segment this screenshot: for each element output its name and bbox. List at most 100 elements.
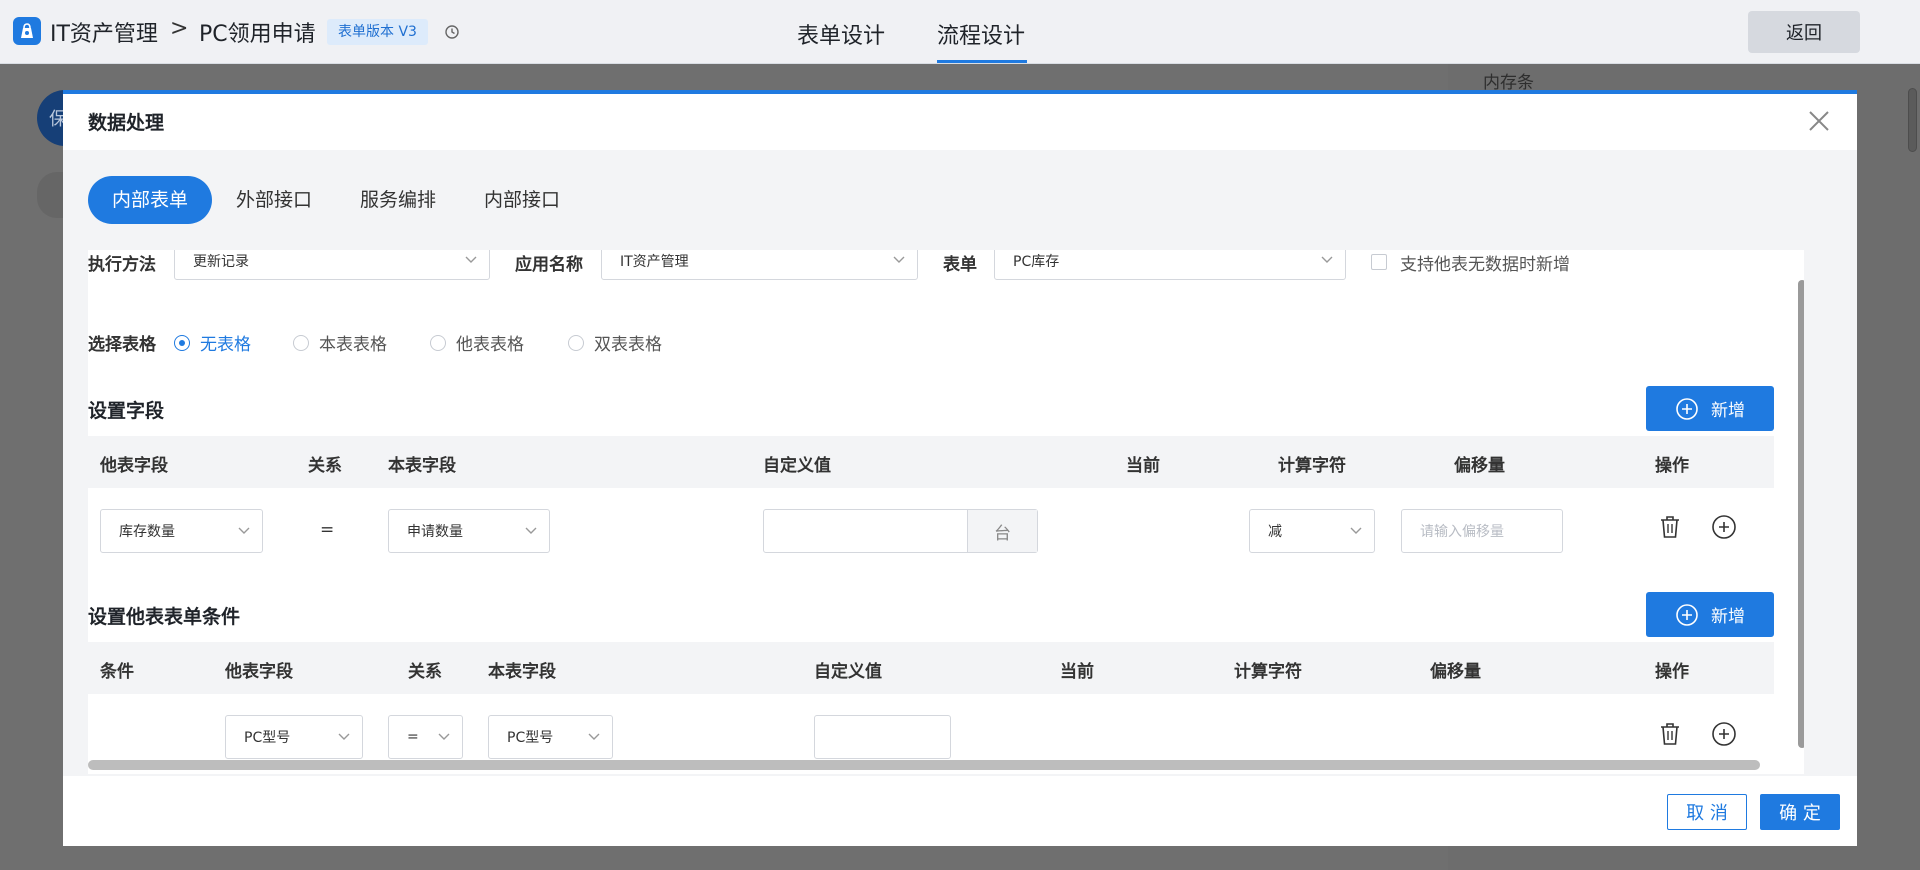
radio-label: 本表表格 xyxy=(319,335,387,355)
form-select[interactable]: PC库存 xyxy=(994,250,1346,280)
add-field-button[interactable]: 新增 xyxy=(1646,386,1774,431)
radio-other-table[interactable]: 他表表格 xyxy=(430,330,524,355)
tab-flow-design[interactable]: 流程设计 xyxy=(937,18,1025,50)
cancel-button[interactable]: 取 消 xyxy=(1667,794,1747,830)
offset-placeholder: 请输入偏移量 xyxy=(1420,524,1504,540)
radio-dual-table[interactable]: 双表表格 xyxy=(568,330,662,355)
vertical-scrollbar[interactable] xyxy=(1798,280,1804,748)
relation-value: = xyxy=(320,520,335,540)
other-field-select[interactable]: 库存数量 xyxy=(100,509,263,553)
tab-service-orchestration[interactable]: 服务编排 xyxy=(336,176,460,224)
add-field-label: 新增 xyxy=(1711,401,1745,421)
support-add-checkbox[interactable] xyxy=(1371,254,1387,270)
col-current: 当前 xyxy=(1060,662,1094,682)
radio-dot xyxy=(293,334,309,351)
col-other-field: 他表字段 xyxy=(225,662,293,682)
col-custom-value: 自定义值 xyxy=(814,662,882,682)
col-relation: 关系 xyxy=(308,456,342,476)
table-select-label: 选择表格 xyxy=(88,335,156,355)
col-actions: 操作 xyxy=(1655,456,1689,476)
page-scrollbar[interactable] xyxy=(1908,88,1917,152)
breadcrumb-app[interactable]: IT资产管理 xyxy=(50,16,158,48)
trash-icon[interactable] xyxy=(1657,514,1683,540)
app-name-value: IT资产管理 xyxy=(620,254,689,270)
radio-dot xyxy=(174,334,190,351)
calc-char-select[interactable]: 减 xyxy=(1249,509,1375,553)
other-field-value: 库存数量 xyxy=(119,524,175,540)
col-this-field: 本表字段 xyxy=(388,456,456,476)
bag-icon xyxy=(13,17,41,45)
col-actions: 操作 xyxy=(1655,662,1689,682)
calc-char-value: 减 xyxy=(1268,524,1282,540)
form-value: PC库存 xyxy=(1013,254,1060,270)
radio-label: 双表表格 xyxy=(594,335,662,355)
chevron-down-icon xyxy=(338,733,350,740)
chevron-down-icon xyxy=(438,733,450,740)
cond-this-field-select[interactable]: PC型号 xyxy=(488,715,613,759)
col-custom-value: 自定义值 xyxy=(763,456,831,476)
radio-dot xyxy=(568,334,584,351)
app-name-label: 应用名称 xyxy=(515,255,583,275)
data-processing-dialog: 数据处理 内部表单 外部接口 服务编排 内部接口 执行方法 更新记录 应用名称 … xyxy=(63,90,1857,846)
back-button[interactable]: 返回 xyxy=(1748,11,1860,53)
dialog-tabs: 内部表单 外部接口 服务编排 内部接口 xyxy=(88,176,584,224)
breadcrumb-page: PC领用申请 xyxy=(199,22,316,47)
col-condition: 条件 xyxy=(100,662,134,682)
confirm-button[interactable]: 确 定 xyxy=(1760,794,1840,830)
form-label: 表单 xyxy=(943,255,977,275)
tab-internal-api[interactable]: 内部接口 xyxy=(460,176,584,224)
this-field-value: 申请数量 xyxy=(407,524,463,540)
col-other-field: 他表字段 xyxy=(100,456,168,476)
trash-icon[interactable] xyxy=(1657,721,1683,747)
col-current: 当前 xyxy=(1126,456,1160,476)
breadcrumb-separator: > xyxy=(170,16,189,41)
tab-external-api[interactable]: 外部接口 xyxy=(212,176,336,224)
chevron-down-icon xyxy=(238,527,250,534)
tab-internal-form[interactable]: 内部表单 xyxy=(88,176,213,224)
chevron-down-icon xyxy=(893,256,905,263)
add-condition-label: 新增 xyxy=(1711,607,1745,627)
col-calc-char: 计算字符 xyxy=(1234,662,1302,682)
cond-custom-value-input[interactable] xyxy=(814,715,951,759)
support-add-label: 支持他表无数据时新增 xyxy=(1400,255,1570,275)
tab-form-design[interactable]: 表单设计 xyxy=(797,18,885,50)
cond-relation-select[interactable]: = xyxy=(388,715,463,759)
execute-method-label: 执行方法 xyxy=(88,255,156,275)
chevron-down-icon xyxy=(525,527,537,534)
unit-suffix: 台 xyxy=(967,510,1037,552)
close-icon[interactable] xyxy=(1808,110,1830,132)
col-this-field: 本表字段 xyxy=(488,662,556,682)
this-field-select[interactable]: 申请数量 xyxy=(388,509,550,553)
cond-other-field-select[interactable]: PC型号 xyxy=(225,715,363,759)
fields-table-header: 他表字段 关系 本表字段 自定义值 当前 计算字符 偏移量 操作 xyxy=(88,436,1774,488)
radio-label: 无表格 xyxy=(200,335,251,355)
custom-value-input[interactable]: 台 xyxy=(763,509,1038,553)
offset-input[interactable]: 请输入偏移量 xyxy=(1401,509,1563,553)
radio-label: 他表表格 xyxy=(456,335,524,355)
radio-this-table[interactable]: 本表表格 xyxy=(293,330,387,355)
plus-circle-icon[interactable] xyxy=(1711,514,1737,540)
radio-no-table[interactable]: 无表格 xyxy=(174,330,251,355)
col-offset: 偏移量 xyxy=(1454,456,1505,476)
col-calc-char: 计算字符 xyxy=(1278,456,1346,476)
dialog-title: 数据处理 xyxy=(88,112,165,134)
fields-section-title: 设置字段 xyxy=(88,400,165,422)
dialog-content: 执行方法 更新记录 应用名称 IT资产管理 表单 PC库存 支持他表无数据时新增… xyxy=(88,250,1804,774)
execute-method-select[interactable]: 更新记录 xyxy=(174,250,490,280)
execute-method-value: 更新记录 xyxy=(193,254,249,270)
col-offset: 偏移量 xyxy=(1430,662,1481,682)
conditions-section-title: 设置他表表单条件 xyxy=(88,606,241,628)
horizontal-scrollbar[interactable] xyxy=(88,760,1760,770)
app-name-select[interactable]: IT资产管理 xyxy=(601,250,918,280)
chevron-down-icon xyxy=(465,256,477,263)
app-header: IT资产管理 > PC领用申请 表单版本 V3 表单设计 流程设计 返回 xyxy=(0,0,1920,64)
add-condition-button[interactable]: 新增 xyxy=(1646,592,1774,637)
chevron-down-icon xyxy=(1321,256,1333,263)
dialog-body: 内部表单 外部接口 服务编排 内部接口 执行方法 更新记录 应用名称 IT资产管… xyxy=(63,150,1857,776)
conditions-table-header: 条件 他表字段 关系 本表字段 自定义值 当前 计算字符 偏移量 操作 xyxy=(88,642,1774,694)
radio-dot xyxy=(430,334,446,351)
cond-relation-value: = xyxy=(407,729,419,745)
history-icon[interactable] xyxy=(444,24,460,40)
plus-circle-icon[interactable] xyxy=(1711,721,1737,747)
version-tag[interactable]: 表单版本 V3 xyxy=(327,19,428,45)
